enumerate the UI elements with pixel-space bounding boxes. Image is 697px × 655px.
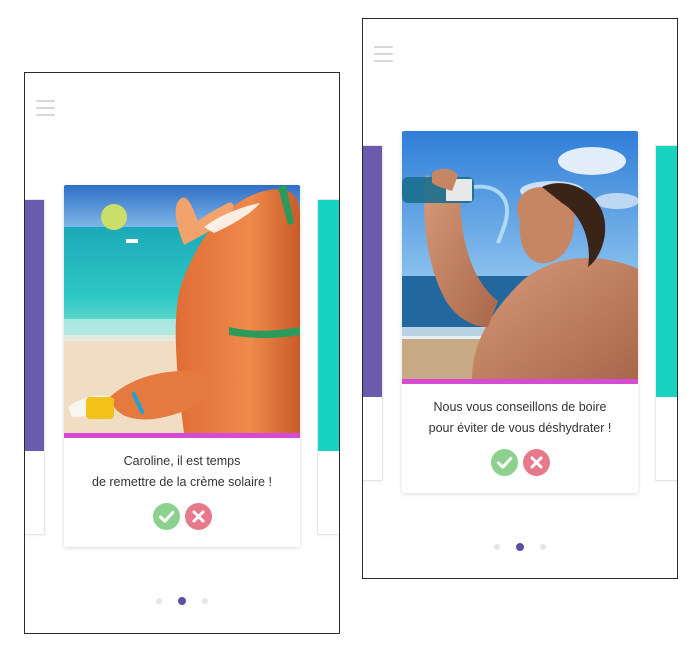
previous-card-peek[interactable] <box>363 145 383 481</box>
previous-card-image <box>363 146 382 397</box>
page-dot-1[interactable] <box>494 544 500 550</box>
card-message-line-1: Nous vous conseillons de boire <box>433 400 607 414</box>
reject-button[interactable] <box>184 503 212 530</box>
page-dot-3[interactable] <box>202 598 208 604</box>
close-icon <box>530 456 542 469</box>
page-dot-2-active[interactable] <box>516 543 524 551</box>
next-card-image <box>656 146 677 397</box>
card-message-line-2: pour éviter de vous déshydrater ! <box>428 421 612 435</box>
card-message-line-2: de remettre de la crème solaire ! <box>92 475 272 489</box>
notification-card: Nous vous conseillons de boire pour évit… <box>402 131 638 493</box>
card-accent-strip <box>64 433 300 438</box>
phone-screen-hydration: Nous vous conseillons de boire pour évit… <box>362 18 678 579</box>
check-icon <box>158 511 174 523</box>
card-actions <box>64 503 300 530</box>
notification-card: Caroline, il est temps de remettre de la… <box>64 185 300 547</box>
page-dot-1[interactable] <box>156 598 162 604</box>
previous-card-peek[interactable] <box>25 199 45 535</box>
card-message: Caroline, il est temps de remettre de la… <box>64 451 300 493</box>
phone-screen-sunscreen: Caroline, il est temps de remettre de la… <box>24 72 340 634</box>
next-card-peek[interactable] <box>317 199 339 535</box>
hamburger-menu-icon[interactable] <box>374 46 393 62</box>
page-dot-2-active[interactable] <box>178 597 186 605</box>
pagination-dots <box>363 543 677 551</box>
hamburger-menu-icon[interactable] <box>36 100 55 116</box>
check-icon <box>496 457 512 469</box>
accept-button[interactable] <box>152 503 180 530</box>
reject-button[interactable] <box>522 449 550 476</box>
card-accent-strip <box>402 379 638 384</box>
card-message: Nous vous conseillons de boire pour évit… <box>402 397 638 439</box>
previous-card-image <box>25 200 44 451</box>
next-card-peek[interactable] <box>655 145 677 481</box>
beach-sunscreen-photo <box>64 185 300 433</box>
card-message-line-1: Caroline, il est temps <box>123 454 241 468</box>
pagination-dots <box>25 597 339 605</box>
accept-button[interactable] <box>490 449 518 476</box>
man-drinking-water-photo <box>402 131 638 379</box>
card-actions <box>402 449 638 476</box>
next-card-image <box>318 200 339 451</box>
page-dot-3[interactable] <box>540 544 546 550</box>
close-icon <box>192 510 204 523</box>
